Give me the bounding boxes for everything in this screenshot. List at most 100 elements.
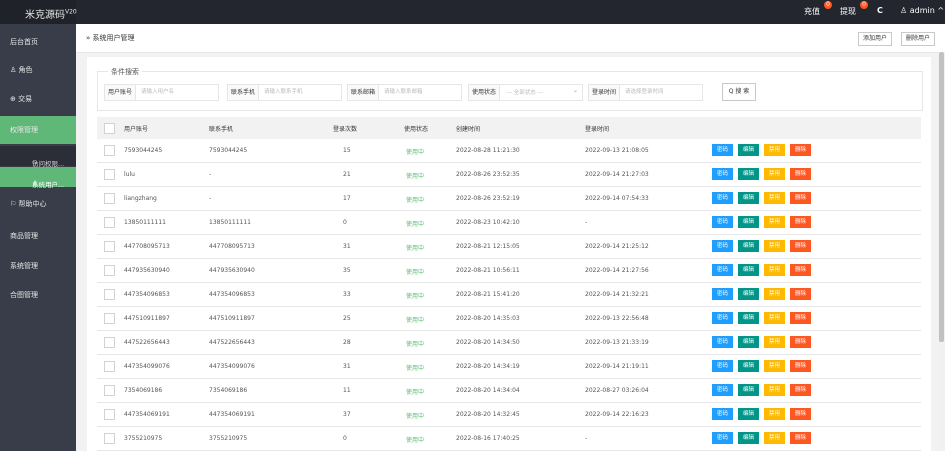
edit-button[interactable]: 编辑: [738, 408, 759, 420]
password-button[interactable]: 密码: [712, 240, 733, 252]
sidebar-item-images[interactable]: 合图管理: [0, 281, 76, 307]
edit-button[interactable]: 编辑: [738, 384, 759, 396]
row-checkbox[interactable]: [104, 385, 115, 396]
sidebar-item-help[interactable]: ⚐ 帮助中心: [0, 190, 76, 216]
row-checkbox[interactable]: [104, 409, 115, 420]
password-button[interactable]: 密码: [712, 336, 733, 348]
account-input[interactable]: [141, 85, 215, 98]
disable-button[interactable]: 禁用: [764, 360, 785, 372]
disable-button[interactable]: 禁用: [764, 192, 785, 204]
add-user-button[interactable]: 添加用户: [858, 32, 893, 46]
edit-button[interactable]: 编辑: [738, 192, 759, 204]
sidebar-item-goods[interactable]: 商品管理: [0, 222, 76, 248]
disable-button[interactable]: 禁用: [764, 432, 785, 444]
edit-button[interactable]: 编辑: [738, 240, 759, 252]
delete-button[interactable]: 删除: [790, 240, 811, 252]
edit-button[interactable]: 编辑: [738, 144, 759, 156]
disable-button[interactable]: 禁用: [764, 216, 785, 228]
delete-user-button[interactable]: 删除用户: [901, 32, 936, 46]
page-scrollbar[interactable]: [938, 52, 945, 451]
disable-button[interactable]: 禁用: [764, 312, 785, 324]
recharge-link[interactable]: 充值 0: [804, 1, 832, 17]
sidebar-subitem-access[interactable]: ⊙ 访问权限...: [0, 146, 76, 168]
sidebar-item-label: 角色: [18, 66, 33, 74]
password-button[interactable]: 密码: [712, 288, 733, 300]
delete-button[interactable]: 删除: [790, 288, 811, 300]
edit-button[interactable]: 编辑: [738, 168, 759, 180]
row-checkbox[interactable]: [104, 241, 115, 252]
sidebar-subitem-system-users[interactable]: ♙ 系统用户...: [0, 167, 76, 189]
search-button[interactable]: Q 搜 索: [722, 83, 756, 101]
password-button[interactable]: 密码: [712, 384, 733, 396]
delete-button[interactable]: 删除: [790, 216, 811, 228]
edit-button[interactable]: 编辑: [738, 432, 759, 444]
phone-input[interactable]: [264, 85, 338, 98]
row-checkbox[interactable]: [104, 145, 115, 156]
password-button[interactable]: 密码: [712, 192, 733, 204]
password-button[interactable]: 密码: [712, 312, 733, 324]
password-button[interactable]: 密码: [712, 360, 733, 372]
password-button[interactable]: 密码: [712, 168, 733, 180]
scrollbar-thumb[interactable]: [939, 52, 944, 342]
delete-button[interactable]: 删除: [790, 264, 811, 276]
disable-button[interactable]: 禁用: [764, 144, 785, 156]
table-row: 447354096853 447354096853 33 使用中 2022-08-21 …: [97, 283, 921, 307]
row-checkbox[interactable]: [104, 289, 115, 300]
logo[interactable]: 米克源码V20: [0, 0, 77, 24]
edit-button[interactable]: 编辑: [738, 360, 759, 372]
select-all-checkbox[interactable]: [104, 123, 115, 134]
sidebar-item-system[interactable]: 系统管理: [0, 252, 76, 278]
disable-button[interactable]: 禁用: [764, 336, 785, 348]
delete-button[interactable]: 删除: [790, 192, 811, 204]
login-time-input[interactable]: [625, 85, 699, 98]
disable-button[interactable]: 禁用: [764, 288, 785, 300]
row-checkbox[interactable]: [104, 433, 115, 444]
password-button[interactable]: 密码: [712, 144, 733, 156]
password-button[interactable]: 密码: [712, 408, 733, 420]
withdraw-link[interactable]: 提现 0: [840, 1, 868, 17]
edit-button[interactable]: 编辑: [738, 288, 759, 300]
delete-button[interactable]: 删除: [790, 360, 811, 372]
edit-button[interactable]: 编辑: [738, 216, 759, 228]
user-menu[interactable]: ♙ admin ^: [900, 6, 944, 15]
cell-account: 447935630940: [124, 267, 170, 274]
password-button[interactable]: 密码: [712, 264, 733, 276]
delete-button[interactable]: 删除: [790, 432, 811, 444]
delete-button[interactable]: 删除: [790, 336, 811, 348]
delete-button[interactable]: 删除: [790, 384, 811, 396]
disable-button[interactable]: 禁用: [764, 264, 785, 276]
delete-button[interactable]: 删除: [790, 168, 811, 180]
edit-button[interactable]: 编辑: [738, 336, 759, 348]
sidebar-item-permissions[interactable]: 权限管理: [0, 116, 76, 144]
sidebar-item-home[interactable]: 后台首页: [0, 28, 76, 54]
row-checkbox[interactable]: [104, 337, 115, 348]
row-checkbox[interactable]: [104, 361, 115, 372]
cell-status: 使用中: [406, 317, 425, 324]
edit-button[interactable]: 编辑: [738, 312, 759, 324]
cell-status: 使用中: [406, 365, 425, 372]
sidebar-item-trade[interactable]: ⊕ 交易: [0, 85, 76, 111]
sidebar-item-roles[interactable]: ♙ 角色: [0, 56, 76, 82]
row-checkbox[interactable]: [104, 313, 115, 324]
disable-button[interactable]: 禁用: [764, 408, 785, 420]
row-checkbox[interactable]: [104, 217, 115, 228]
status-select[interactable]: 使用状态 --- 全部状态 --- ⌄: [468, 84, 583, 101]
edit-button[interactable]: 编辑: [738, 264, 759, 276]
password-button[interactable]: 密码: [712, 432, 733, 444]
disable-button[interactable]: 禁用: [764, 240, 785, 252]
disable-button[interactable]: 禁用: [764, 384, 785, 396]
password-button[interactable]: 密码: [712, 216, 733, 228]
breadcrumb: » 系统用户管理: [86, 33, 135, 43]
delete-button[interactable]: 删除: [790, 312, 811, 324]
cell-last-login: 2022-09-14 07:54:33: [585, 195, 649, 202]
delete-button[interactable]: 删除: [790, 144, 811, 156]
row-checkbox[interactable]: [104, 169, 115, 180]
delete-button[interactable]: 删除: [790, 408, 811, 420]
refresh-icon[interactable]: C: [877, 6, 883, 15]
row-checkbox[interactable]: [104, 193, 115, 204]
disable-button[interactable]: 禁用: [764, 168, 785, 180]
table-row: 447522656443 447522656443 28 使用中 2022-08-20 …: [97, 331, 921, 355]
row-checkbox[interactable]: [104, 265, 115, 276]
email-input[interactable]: [384, 85, 458, 98]
cell-last-login: 2022-09-13 22:56:48: [585, 315, 649, 322]
